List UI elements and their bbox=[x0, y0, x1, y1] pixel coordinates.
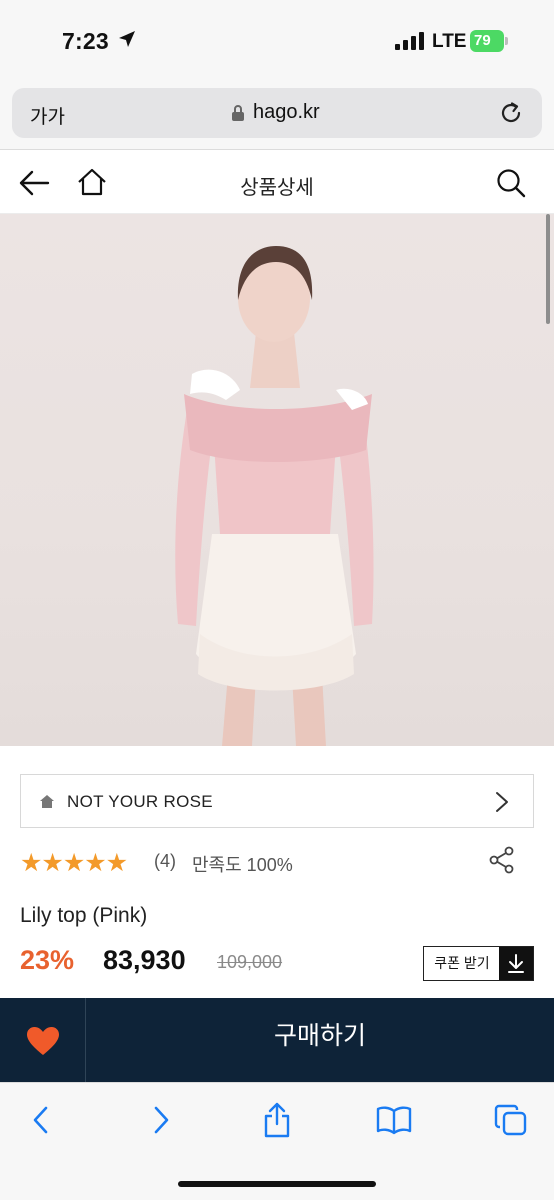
star-rating: ★★★★★ bbox=[20, 849, 128, 877]
address-bar[interactable]: 가가 hago.kr bbox=[12, 88, 542, 138]
wishlist-button[interactable] bbox=[0, 998, 86, 1082]
tabs-icon[interactable] bbox=[494, 1103, 528, 1137]
product-name: Lily top (Pink) bbox=[20, 904, 148, 927]
purchase-bar: 구매하기 bbox=[0, 998, 554, 1082]
app-header: 상품상세 bbox=[0, 151, 554, 214]
battery-icon: 79 bbox=[470, 30, 508, 52]
share-icon[interactable] bbox=[488, 846, 516, 874]
reload-icon[interactable] bbox=[498, 100, 524, 126]
browser-forward-icon[interactable] bbox=[150, 1105, 172, 1135]
sale-price: 83,930 bbox=[103, 945, 186, 975]
original-price: 109,000 bbox=[217, 952, 283, 972]
status-time: 7:23 bbox=[62, 28, 109, 54]
text-size-button[interactable]: 가가 bbox=[30, 102, 65, 129]
chevron-right-icon bbox=[496, 792, 508, 812]
heart-icon bbox=[27, 1027, 59, 1055]
scrollbar[interactable] bbox=[546, 214, 550, 324]
network-label: LTE bbox=[432, 31, 467, 52]
store-home-icon bbox=[40, 795, 54, 808]
buy-button[interactable]: 구매하기 bbox=[86, 998, 554, 1082]
product-photo-illustration bbox=[175, 246, 374, 746]
satisfaction: 만족도 100% bbox=[192, 855, 293, 875]
discount-rate: 23% bbox=[20, 945, 75, 975]
browser-address-area: 가가 hago.kr bbox=[0, 80, 554, 150]
signal-icon bbox=[395, 32, 427, 50]
download-icon bbox=[499, 947, 533, 980]
bookmarks-icon[interactable] bbox=[376, 1105, 412, 1135]
lock-icon bbox=[232, 105, 244, 121]
url-domain[interactable]: hago.kr bbox=[253, 101, 320, 124]
product-image[interactable] bbox=[0, 214, 554, 746]
search-icon[interactable] bbox=[496, 168, 526, 198]
coupon-button[interactable]: 쿠폰 받기 bbox=[423, 946, 534, 981]
coupon-label: 쿠폰 받기 bbox=[434, 955, 490, 971]
status-bar: 7:23 LTE 79 bbox=[0, 0, 554, 80]
brand-link[interactable]: NOT YOUR ROSE bbox=[20, 774, 534, 828]
battery-level: 79 bbox=[470, 30, 504, 52]
home-indicator bbox=[178, 1181, 376, 1187]
share-sheet-icon[interactable] bbox=[262, 1101, 292, 1139]
location-arrow-icon bbox=[119, 31, 135, 47]
brand-name: NOT YOUR ROSE bbox=[67, 792, 213, 811]
review-count: (4) bbox=[154, 851, 176, 871]
browser-back-icon[interactable] bbox=[30, 1105, 52, 1135]
page-title: 상품상세 bbox=[240, 177, 314, 199]
